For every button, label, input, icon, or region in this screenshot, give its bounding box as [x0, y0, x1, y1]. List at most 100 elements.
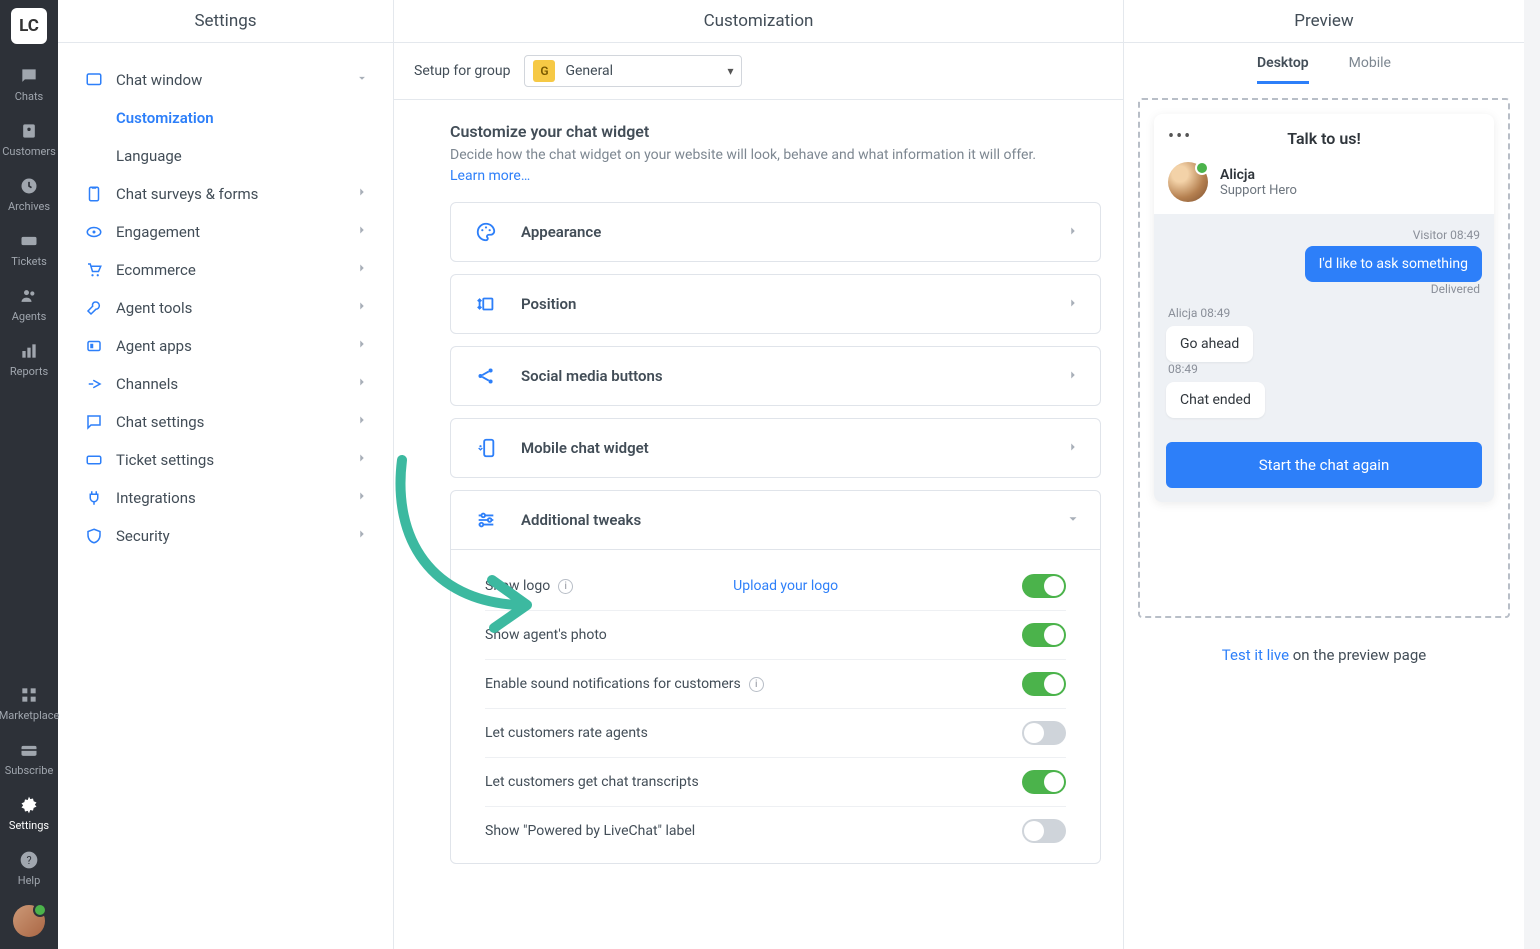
cart-icon — [82, 261, 106, 279]
test-live-rest: on the preview page — [1289, 646, 1426, 664]
sidebar-tools-label: Agent tools — [116, 299, 192, 317]
timestamp-2: 08:49 — [1168, 362, 1480, 376]
sidebar-chat-window[interactable]: Chat window — [68, 61, 383, 99]
panel-appearance-head[interactable]: Appearance — [451, 203, 1100, 261]
panel-social-title: Social media buttons — [521, 367, 663, 385]
wrench-icon — [82, 299, 106, 317]
sidebar-engagement[interactable]: Engagement — [68, 213, 383, 251]
customers-icon — [19, 121, 39, 141]
chat-ended: Chat ended — [1166, 382, 1265, 418]
nav-chats[interactable]: Chats — [0, 56, 58, 111]
chat-title: Talk to us! — [1168, 129, 1480, 148]
channels-icon — [82, 375, 106, 393]
nav-bottom: Marketplace Subscribe Settings ? Help — [0, 675, 58, 949]
sidebar-header: Settings — [58, 0, 393, 43]
start-chat-button[interactable]: Start the chat again — [1166, 442, 1482, 488]
info-icon[interactable]: i — [749, 677, 764, 692]
nav-archives-label: Archives — [8, 200, 50, 213]
sidebar-language-label: Language — [116, 147, 182, 165]
switch-rate[interactable] — [1022, 721, 1066, 745]
reports-icon — [19, 341, 39, 361]
sidebar-surveys-label: Chat surveys & forms — [116, 185, 258, 203]
preview-header: Preview — [1124, 0, 1524, 43]
learn-more-link[interactable]: Learn more… — [450, 168, 530, 184]
nav-tickets[interactable]: Tickets — [0, 221, 58, 276]
info-icon[interactable]: i — [558, 579, 573, 594]
nav-reports[interactable]: Reports — [0, 331, 58, 386]
toggle-rate: Let customers rate agents — [485, 709, 1066, 758]
mobile-icon — [471, 437, 501, 459]
chat-header: ••• Talk to us! Alicja Support Hero — [1154, 114, 1494, 214]
panel-tweaks-head[interactable]: Additional tweaks — [451, 491, 1100, 549]
nav-customers-label: Customers — [2, 145, 56, 158]
group-badge: G — [533, 60, 555, 82]
chat-body: Visitor 08:49 I'd like to ask something … — [1154, 214, 1494, 432]
sidebar-integrations[interactable]: Integrations — [68, 479, 383, 517]
agent-role: Support Hero — [1220, 183, 1297, 198]
switch-agent-photo[interactable] — [1022, 623, 1066, 647]
switch-show-logo[interactable] — [1022, 574, 1066, 598]
nav-chats-label: Chats — [15, 90, 43, 103]
sidebar-agent-apps[interactable]: Agent apps — [68, 327, 383, 365]
upload-logo-link[interactable]: Upload your logo — [733, 578, 838, 594]
nav-agents-label: Agents — [12, 310, 47, 323]
agent-timestamp: Alicja 08:49 — [1168, 306, 1480, 320]
nav-marketplace[interactable]: Marketplace — [0, 675, 58, 730]
test-live-link[interactable]: Test it live — [1222, 646, 1289, 664]
sidebar-language[interactable]: Language — [68, 137, 383, 175]
sidebar-ticket-settings[interactable]: Ticket settings — [68, 441, 383, 479]
panel-tweaks: Additional tweaks Show logoi Upload your… — [450, 490, 1101, 864]
panel-position: Position — [450, 274, 1101, 334]
panel-tweaks-body: Show logoi Upload your logo Show agent's… — [451, 549, 1100, 863]
sidebar-chat-surveys[interactable]: Chat surveys & forms — [68, 175, 383, 213]
toggle-rate-label: Let customers rate agents — [485, 725, 648, 741]
sidebar-ticketset-label: Ticket settings — [116, 451, 214, 469]
sidebar-security[interactable]: Security — [68, 517, 383, 555]
app-logo[interactable]: LC — [11, 8, 47, 44]
toggle-sound-label: Enable sound notifications for customers — [485, 676, 741, 692]
nav-rail: LC Chats Customers Archives Tickets Agen… — [0, 0, 58, 949]
chevron-right-icon — [355, 261, 369, 279]
toggle-transcripts: Let customers get chat transcripts — [485, 758, 1066, 807]
toggle-powered-label: Show "Powered by LiveChat" label — [485, 823, 695, 839]
group-select[interactable]: G General ▾ — [524, 55, 742, 87]
chevron-right-icon — [1066, 439, 1080, 458]
panel-position-head[interactable]: Position — [451, 275, 1100, 333]
tab-mobile[interactable]: Mobile — [1349, 55, 1391, 84]
nav-customers[interactable]: Customers — [0, 111, 58, 166]
help-icon: ? — [19, 850, 39, 870]
dropdown-caret-icon: ▾ — [727, 64, 733, 78]
sliders-icon — [471, 509, 501, 531]
panel-position-title: Position — [521, 295, 576, 313]
sidebar-customization[interactable]: Customization — [68, 99, 383, 137]
panel-mobile: Mobile chat widget — [450, 418, 1101, 478]
nav-help[interactable]: ? Help — [0, 840, 58, 895]
nav-agents[interactable]: Agents — [0, 276, 58, 331]
tab-desktop[interactable]: Desktop — [1257, 55, 1309, 84]
nav-archives[interactable]: Archives — [0, 166, 58, 221]
sidebar-channels[interactable]: Channels — [68, 365, 383, 403]
user-avatar[interactable] — [13, 905, 45, 937]
panel-tweaks-title: Additional tweaks — [521, 511, 641, 529]
toggle-transcripts-label: Let customers get chat transcripts — [485, 774, 699, 790]
chevron-right-icon — [1066, 223, 1080, 242]
toggle-sound: Enable sound notifications for customers… — [485, 660, 1066, 709]
chevron-right-icon — [355, 223, 369, 241]
eye-icon — [82, 223, 106, 241]
switch-transcripts[interactable] — [1022, 770, 1066, 794]
panel-appearance: Appearance — [450, 202, 1101, 262]
toggle-show-logo: Show logoi Upload your logo — [485, 562, 1066, 611]
page-scrollbar[interactable] — [1524, 0, 1540, 949]
chat-settings-icon — [82, 413, 106, 431]
nav-settings[interactable]: Settings — [0, 785, 58, 840]
group-name: General — [565, 63, 613, 79]
sidebar-chat-settings[interactable]: Chat settings — [68, 403, 383, 441]
sidebar-ecommerce[interactable]: Ecommerce — [68, 251, 383, 289]
panel-social-head[interactable]: Social media buttons — [451, 347, 1100, 405]
switch-sound[interactable] — [1022, 672, 1066, 696]
switch-powered[interactable] — [1022, 819, 1066, 843]
panel-mobile-head[interactable]: Mobile chat widget — [451, 419, 1100, 477]
sidebar-agent-tools[interactable]: Agent tools — [68, 289, 383, 327]
nav-subscribe[interactable]: Subscribe — [0, 730, 58, 785]
settings-sidebar: Settings Chat window Customization Langu… — [58, 0, 394, 949]
